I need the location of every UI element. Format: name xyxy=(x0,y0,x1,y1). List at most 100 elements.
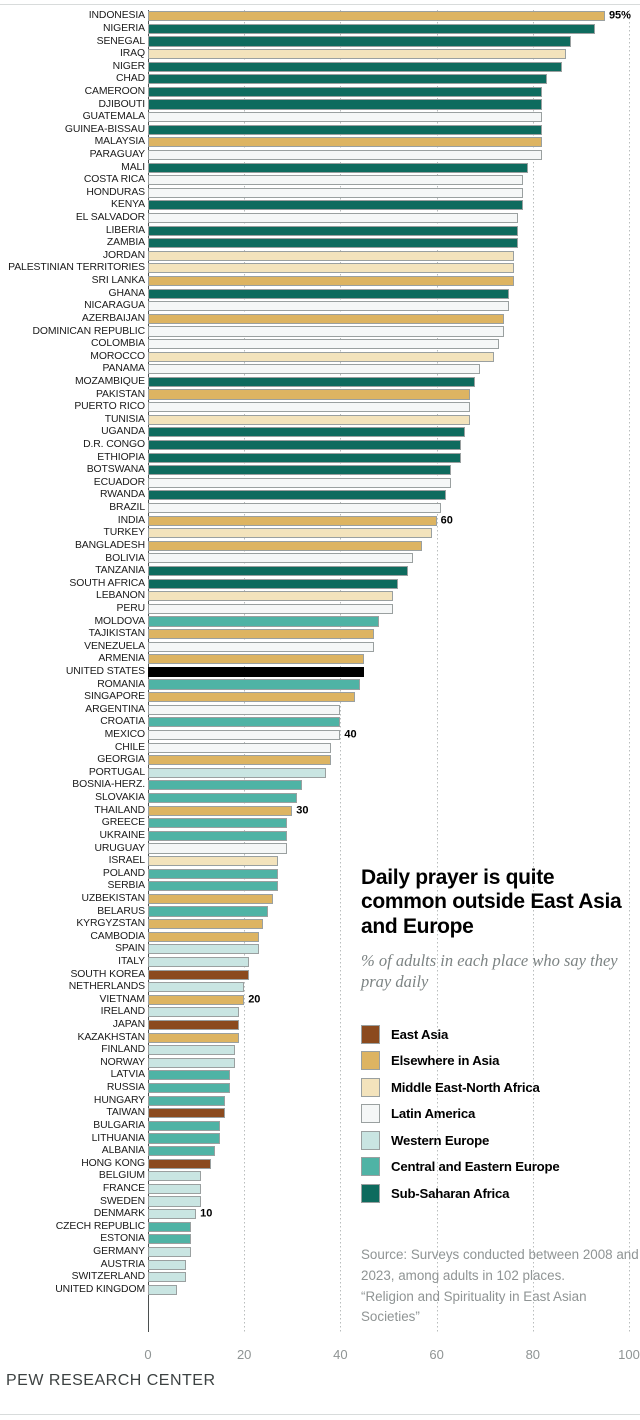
bar-track xyxy=(148,325,640,338)
bar-category-label: MALAYSIA xyxy=(94,136,146,148)
bar-track xyxy=(148,35,640,48)
bar-row: MOLDOVA xyxy=(0,615,640,628)
bar-track xyxy=(148,792,640,805)
bar-track xyxy=(148,603,640,616)
bar-category-label: CZECH REPUBLIC xyxy=(55,1220,145,1232)
bar-track xyxy=(148,590,640,603)
bar-category-label: MOLDOVA xyxy=(94,615,146,627)
bar-category-label: SOUTH AFRICA xyxy=(69,577,145,589)
bar-track xyxy=(148,199,640,212)
title-block: Daily prayer is quite common outside Eas… xyxy=(361,866,636,992)
bar-track xyxy=(148,161,640,174)
bar-row: THAILAND 30 xyxy=(0,804,640,817)
x-axis-tick-label: 20 xyxy=(236,1347,252,1362)
chart-subtitle: % of adults in each place who say they p… xyxy=(361,951,618,992)
bar-row: GUINEA-BISSAU xyxy=(0,123,640,136)
bar xyxy=(148,843,288,854)
bar-track xyxy=(148,552,640,565)
legend-item[interactable]: Latin America xyxy=(361,1101,636,1128)
bar-category-label: UNITED STATES xyxy=(65,665,145,677)
bar-row: INDIA 60 xyxy=(0,514,640,527)
bar-value-label: 30 xyxy=(296,804,309,817)
bar-row: BRAZIL xyxy=(0,502,640,515)
bar-category-label: MOROCCO xyxy=(90,350,145,362)
bar-row: D.R. CONGO xyxy=(0,439,640,452)
bar-row: PUERTO RICO xyxy=(0,401,640,414)
bar-track xyxy=(148,98,640,111)
legend-item[interactable]: Western Europe xyxy=(361,1127,636,1154)
legend-item[interactable]: East Asia xyxy=(361,1021,636,1048)
bar xyxy=(148,553,413,564)
bar-track xyxy=(148,640,640,653)
legend-item[interactable]: Middle East-North Africa xyxy=(361,1074,636,1101)
bar-row: TURKEY xyxy=(0,527,640,540)
x-axis-tick-label: 80 xyxy=(525,1347,541,1362)
bar-category-label: IRAQ xyxy=(119,47,145,59)
bar xyxy=(148,1171,201,1182)
page-title: Daily prayer is quite common outside Eas… xyxy=(361,866,622,938)
bar xyxy=(148,36,572,47)
bar-row: DJIBOUTI xyxy=(0,98,640,111)
bar-row: CHAD xyxy=(0,73,640,86)
bar-category-label: MALI xyxy=(121,161,145,173)
bar-category-label: SLOVAKIA xyxy=(95,791,145,803)
bar-category-label: BRAZIL xyxy=(109,501,145,513)
bar-category-label: URUGUAY xyxy=(94,842,146,854)
bar-category-label: KENYA xyxy=(111,199,145,211)
bar-category-label: TANZANIA xyxy=(95,564,145,576)
bar-category-label: EL SALVADOR xyxy=(75,211,145,223)
bar-track xyxy=(148,123,640,136)
bar xyxy=(148,1108,225,1119)
x-axis-tick-label: 0 xyxy=(144,1347,152,1362)
bar-row: COSTA RICA xyxy=(0,174,640,187)
bar-row: ARMENIA xyxy=(0,653,640,666)
bar-category-label: BOSNIA-HERZ. xyxy=(72,779,145,791)
bar-row: UNITED STATES xyxy=(0,666,640,679)
bar xyxy=(148,856,278,867)
legend-item[interactable]: Central and Eastern Europe xyxy=(361,1154,636,1181)
bar xyxy=(148,1272,187,1283)
bar xyxy=(148,1057,235,1068)
bar-track xyxy=(148,502,640,515)
bar xyxy=(148,11,605,22)
bar-category-label: SWITZERLAND xyxy=(71,1271,145,1283)
bar xyxy=(148,427,466,438)
bar-track xyxy=(148,741,640,754)
bar xyxy=(148,1133,221,1144)
bar-track xyxy=(148,237,640,250)
legend-swatch-icon xyxy=(361,1130,380,1150)
bar-category-label: UKRAINE xyxy=(99,829,146,841)
bar-track xyxy=(148,615,640,628)
bar-row: SRI LANKA xyxy=(0,275,640,288)
bar-row: KENYA xyxy=(0,199,640,212)
bar-track xyxy=(148,842,640,855)
bar-category-label: KYRGYZSTAN xyxy=(76,917,145,929)
legend-item-label: Elsewhere in Asia xyxy=(391,1053,500,1069)
bar-track xyxy=(148,426,640,439)
bar xyxy=(148,1146,216,1157)
bar-row: PARAGUAY xyxy=(0,149,640,162)
bar xyxy=(148,351,495,362)
bar-row: DENMARK 10 xyxy=(0,1208,640,1221)
bar xyxy=(148,956,249,967)
bar-category-label: BELARUS xyxy=(97,905,145,917)
bar xyxy=(148,263,514,274)
bar xyxy=(148,1234,192,1245)
bar xyxy=(148,275,514,287)
bar-row: MALI xyxy=(0,161,640,174)
legend-item[interactable]: Elsewhere in Asia xyxy=(361,1048,636,1075)
bar-value-label: 95% xyxy=(608,9,631,22)
bar-track xyxy=(148,48,640,61)
bar-category-label: JAPAN xyxy=(112,1018,145,1030)
bar-row: VIETNAM 20 xyxy=(0,994,640,1007)
bar-track xyxy=(148,73,640,86)
bar xyxy=(148,1120,221,1131)
bar-category-label: BOTSWANA xyxy=(86,464,145,476)
bar-row: SLOVAKIA xyxy=(0,792,640,805)
footer-brand: PEW RESEARCH CENTER xyxy=(6,1372,216,1389)
bar-row: URUGUAY xyxy=(0,842,640,855)
bar-category-label: JORDAN xyxy=(102,249,145,261)
bar-category-label: RUSSIA xyxy=(106,1081,145,1093)
bar xyxy=(148,465,452,476)
legend-item[interactable]: Sub-Saharan Africa xyxy=(361,1180,636,1207)
